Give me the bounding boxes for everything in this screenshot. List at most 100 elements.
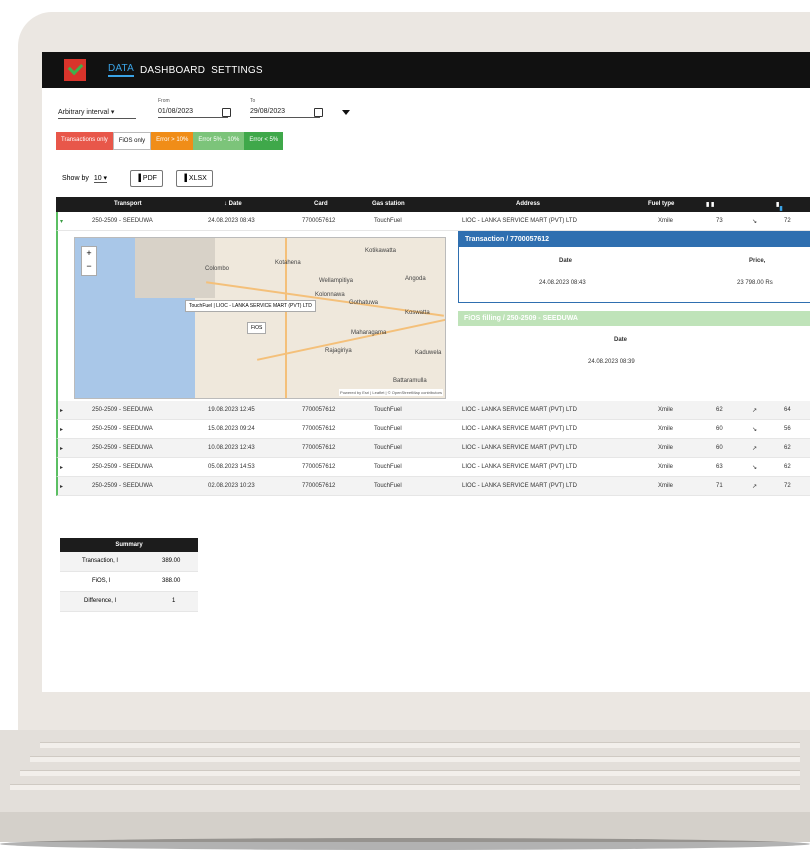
summary-value: 388.00 <box>162 578 181 584</box>
fios-panel: FiOS filling / 250-2509 - SEEDUWA Date 2… <box>458 311 810 381</box>
map-label: Wellampitiya <box>319 278 353 284</box>
expand-icon[interactable]: ▸ <box>60 445 63 452</box>
cell-fios-value: 62 <box>784 445 791 451</box>
summary-label: Difference, l <box>84 598 116 604</box>
table-row[interactable]: ▸ 250-2509 - SEEDUWA 19.08.2023 12:45 77… <box>56 401 810 420</box>
summary-title: Summary <box>60 538 198 552</box>
expand-icon[interactable]: ▸ <box>60 407 63 414</box>
transaction-price-label: Price, <box>749 258 766 264</box>
cell-fuel: Xmile <box>658 464 674 470</box>
collapse-icon[interactable]: ▾ <box>60 218 63 225</box>
show-by-label: Show by <box>62 175 89 182</box>
cell-card: 7700057612 <box>302 407 336 413</box>
cell-transport: 250-2509 - SEEDUWA <box>92 407 153 413</box>
cell-fios-value: 56 <box>784 426 791 432</box>
cell-transport: 250-2509 - SEEDUWA <box>92 464 153 470</box>
summary-value: 1 <box>172 598 176 604</box>
map-label: Rajagiriya <box>325 348 352 354</box>
cell-card: 7700057612 <box>302 464 336 470</box>
cell-date: 05.08.2023 14:53 <box>208 464 255 470</box>
col-address[interactable]: Address <box>516 201 540 207</box>
col-card[interactable]: Card <box>314 201 328 207</box>
interval-select[interactable]: Arbitrary interval ▾ <box>58 108 136 119</box>
table-row[interactable]: ▸ 250-2509 - SEEDUWA 05.08.2023 14:53 77… <box>56 458 810 477</box>
show-by-select[interactable]: 10 ▾ <box>93 175 108 183</box>
map-label: Kaduwela <box>415 350 442 356</box>
arrow-up-icon: ↗ <box>752 446 758 452</box>
map-port <box>135 238 215 298</box>
calendar-icon[interactable] <box>222 108 231 117</box>
table-header: Transport ↓ Date Card Gas station Addres… <box>56 197 810 212</box>
cell-address: LIOC - LANKA SERVICE MART (PVT) LTD <box>462 464 577 470</box>
chevron-down-icon[interactable] <box>342 110 350 115</box>
calendar-icon[interactable] <box>314 108 323 117</box>
chip-transactions-only[interactable]: Transactions only <box>56 132 113 150</box>
filter-chips: Transactions only FiOS only Error > 10% … <box>56 132 284 150</box>
cell-fios-value: 62 <box>784 464 791 470</box>
map-label: Kolonnawa <box>315 292 345 298</box>
summary-label: FiOS, l <box>92 578 111 584</box>
expand-icon[interactable]: ▸ <box>60 426 63 433</box>
map-label: Angoda <box>405 276 426 282</box>
cell-date: 02.08.2023 10:23 <box>208 483 255 489</box>
chip-error-gt-10[interactable]: Error > 10% <box>151 132 194 150</box>
transaction-panel-title: Transaction / 7700057612 <box>459 232 810 247</box>
cell-card: 7700057612 <box>302 426 336 432</box>
interval-value: Arbitrary interval <box>58 109 109 116</box>
cell-station: TouchFuel <box>374 407 402 413</box>
app-logo-icon[interactable] <box>64 59 86 81</box>
expand-icon[interactable]: ▸ <box>60 464 63 471</box>
summary-table: Summary Transaction, l 389.00 FiOS, l 38… <box>60 538 198 612</box>
transaction-date: 24.08.2023 08:43 <box>539 280 586 286</box>
summary-row: FiOS, l 388.00 <box>60 572 198 592</box>
chip-error-lt-5[interactable]: Error < 5% <box>244 132 284 150</box>
key-row <box>20 770 800 776</box>
chip-fios-only[interactable]: FiOS only <box>112 132 152 150</box>
cell-date: 24.08.2023 08:43 <box>208 218 255 224</box>
map-zoom-control[interactable]: + − <box>81 246 97 276</box>
col-gas-station[interactable]: Gas station <box>372 201 405 207</box>
fios-date-label: Date <box>614 337 628 343</box>
cell-fuel: Xmile <box>658 426 674 432</box>
map-label: Colombo <box>205 266 230 272</box>
transaction-price: 23 798.00 Rs <box>737 280 773 286</box>
row-details: + − Colombo Kotahena Wellampitiya Kolonna… <box>56 231 810 401</box>
export-xlsx-button[interactable]: ▐ XLSX <box>176 170 213 187</box>
table-row[interactable]: ▸ 250-2509 - SEEDUWA 10.08.2023 12:43 77… <box>56 439 810 458</box>
to-label: To <box>250 98 256 104</box>
cell-fuel-value: 60 <box>716 445 723 451</box>
nav-data[interactable]: DATA <box>108 63 134 77</box>
arrow-down-icon: ↘ <box>752 219 758 225</box>
map-tooltip-fios: FiOS <box>247 322 267 334</box>
table-row[interactable]: ▸ 250-2509 - SEEDUWA 15.08.2023 09:24 77… <box>56 420 810 439</box>
show-by: Show by 10 ▾ <box>62 174 108 183</box>
table-row[interactable]: ▸ 250-2509 - SEEDUWA 02.08.2023 10:23 77… <box>56 477 810 496</box>
col-date[interactable]: ↓ Date <box>224 201 242 207</box>
cell-date: 15.08.2023 09:24 <box>208 426 255 432</box>
chip-error-5-10[interactable]: Error 5% - 10% <box>193 132 245 150</box>
cell-transport: 250-2509 - SEEDUWA <box>92 218 153 224</box>
cell-transport: 250-2509 - SEEDUWA <box>92 426 153 432</box>
col-transport[interactable]: Transport <box>114 201 142 207</box>
cell-date: 10.08.2023 12:43 <box>208 445 255 451</box>
map-attribution[interactable]: Powered by Esri | Leaflet | © OpenStreet… <box>339 389 443 396</box>
expand-icon[interactable]: ▸ <box>60 483 63 490</box>
to-date-input[interactable]: 29/08/2023 <box>250 108 320 118</box>
cell-fios-value: 64 <box>784 407 791 413</box>
map-view[interactable]: + − Colombo Kotahena Wellampitiya Kolonna… <box>74 237 446 399</box>
key-row <box>30 756 800 762</box>
cell-fuel: Xmile <box>658 218 674 224</box>
cell-station: TouchFuel <box>374 218 402 224</box>
cell-card: 7700057612 <box>302 483 336 489</box>
cell-transport: 250-2509 - SEEDUWA <box>92 445 153 451</box>
key-row <box>40 742 800 748</box>
nav-settings[interactable]: SETTINGS <box>211 65 263 76</box>
map-label: Kotahena <box>275 260 301 266</box>
fios-panel-title: FiOS filling / 250-2509 - SEEDUWA <box>458 311 810 326</box>
cell-date: 19.08.2023 12:45 <box>208 407 255 413</box>
nav-dashboard[interactable]: DASHBOARD <box>140 65 205 76</box>
table-row[interactable]: ▾ 250-2509 - SEEDUWA 24.08.2023 08:43 77… <box>56 212 810 231</box>
from-date-input[interactable]: 01/08/2023 <box>158 108 228 118</box>
col-fuel-type[interactable]: Fuel type <box>648 201 674 207</box>
export-pdf-button[interactable]: ▐ PDF <box>130 170 163 187</box>
